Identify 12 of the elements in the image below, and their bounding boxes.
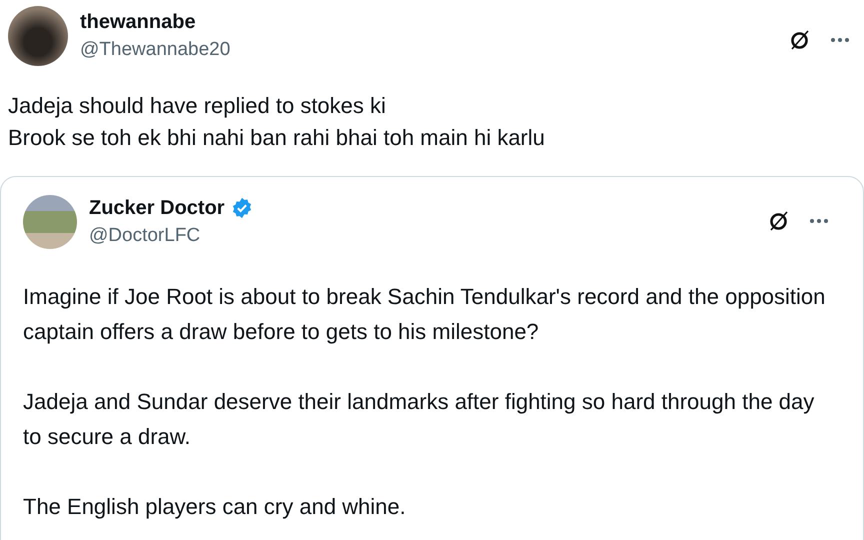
display-name[interactable]: thewannabe — [80, 9, 196, 35]
user-handle[interactable]: @DoctorLFC — [89, 223, 253, 249]
more-icon[interactable] — [809, 218, 829, 224]
quoted-tweet-text: Jadeja and Sundar deserve their landmarks after fighting so hard through the day to secure a draw. — [23, 388, 816, 451]
quoted-tweet-text: The English players can cry and whine. — [23, 493, 407, 521]
user-handle[interactable]: @Thewannabe20 — [80, 37, 230, 63]
more-icon[interactable] — [830, 37, 850, 43]
tweet-text: Jadeja should have replied to stokes ki Brook se toh ek bhi nahi ban rahi bhai toh main hi karlu — [8, 92, 546, 152]
quoted-tweet-card[interactable] — [0, 176, 864, 540]
display-name[interactable]: Zucker Doctor — [89, 195, 225, 221]
quoted-tweet-text: Imagine if Joe Root is about to break Sachin Tendulkar's record and the opposition captain offers a draw before to gets to his milestone? — [23, 283, 826, 346]
verified-badge-icon — [230, 197, 253, 219]
